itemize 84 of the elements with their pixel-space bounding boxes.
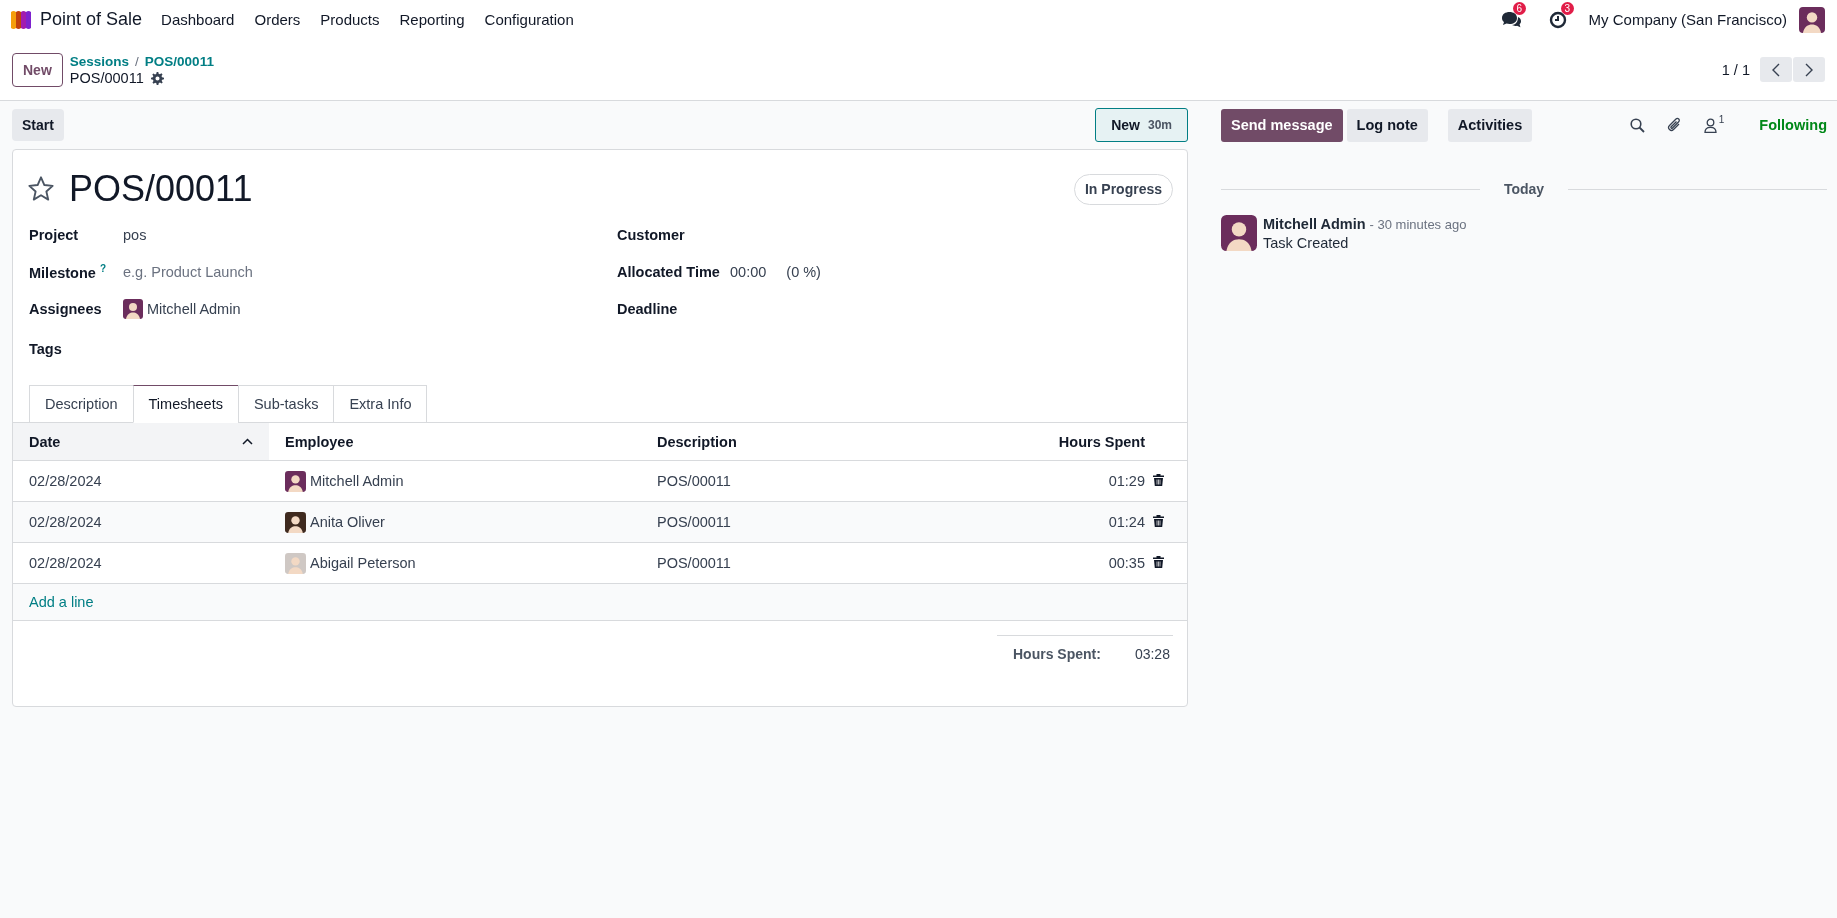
assignee-avatar [123,298,143,319]
employee-avatar [285,511,306,533]
sort-caret-icon [242,438,253,445]
tab[interactable]: Extra Info [333,385,428,423]
chevron-right-icon [1804,62,1814,77]
stage-button[interactable]: New 30m [1095,108,1188,142]
column-header[interactable]: Description [641,422,899,461]
start-button[interactable]: Start [12,109,64,141]
field-label: Tags [29,340,63,357]
user-avatar [1799,6,1825,33]
chevron-left-icon [1771,62,1781,77]
breadcrumb-separator: / [135,52,139,70]
clock-icon[interactable] [1548,10,1567,29]
date-cell: 02/28/2024 [13,460,269,502]
trash-icon[interactable] [1153,555,1164,568]
activity-count-badge: 3 [1560,1,1575,15]
field-label: Project [29,226,80,243]
employee-avatar [285,470,306,492]
hours-cell: 00:35 [898,542,1153,584]
milestone-input[interactable]: e.g. Product Launch [123,263,343,280]
date-separator: Today [1503,181,1545,197]
field-value: 00:00 [730,263,767,280]
hours-cell: 01:24 [898,501,1153,543]
message-count-badge: 6 [1512,1,1527,15]
field-label: Assignees [29,300,103,317]
field-label: Customer [617,226,686,243]
person-icon[interactable] [1703,117,1717,133]
breadcrumb-link[interactable]: Sessions [69,52,130,70]
description-cell: POS/00011 [641,542,899,584]
description-cell: POS/00011 [641,501,899,543]
field-label: Milestone $^{?}$ [29,262,107,281]
menu-item[interactable]: Orders [244,11,311,28]
assignee-name[interactable]: Mitchell Admin [147,300,241,317]
new-button[interactable]: New [12,52,63,87]
tab[interactable]: Description [29,385,133,423]
record-name: POS/00011 [69,69,144,87]
percentage-value: (0 %) [786,263,821,280]
menu-item[interactable]: Reporting [389,11,475,28]
send-message-button[interactable]: Send message [1221,108,1343,142]
menu-item[interactable]: Products [310,11,390,28]
log-note-button[interactable]: Log note [1346,108,1428,142]
app-name[interactable]: Point of Sale [40,9,143,30]
state-button[interactable]: In Progress [1073,173,1173,205]
settings-icon[interactable] [150,71,164,85]
trash-icon[interactable] [1153,473,1164,486]
total-value: 03:28 [1134,646,1170,662]
author-avatar [1221,215,1257,251]
field-value: pos [123,226,147,243]
following-button[interactable]: Following [1759,117,1827,133]
column-header[interactable]: Employee [269,422,641,461]
pager-value: 1 / 1 [1721,61,1750,78]
date-cell: 02/28/2024 [13,542,269,584]
employee-avatar [285,552,306,574]
field-label: Deadline [617,300,679,317]
message-body: Task Created [1263,235,1350,251]
task-title: POS/00011 [69,168,253,210]
app-logo-icon [10,9,32,30]
chat-icon[interactable] [1500,10,1521,29]
message-time: - 30 minutes ago [1369,217,1467,232]
star-icon[interactable] [27,175,55,203]
total-label: Hours Spent: [1013,646,1101,662]
date-cell: 02/28/2024 [13,501,269,543]
paperclip-icon[interactable] [1666,117,1682,133]
employee-name[interactable]: Mitchell Admin [310,473,404,489]
tab[interactable]: Timesheets [132,385,238,423]
breadcrumb-link[interactable]: POS/00011 [144,52,214,70]
employee-name[interactable]: Abigail Peterson [310,555,416,571]
search-icon[interactable] [1629,117,1645,133]
message-author[interactable]: Mitchell Admin [1263,216,1366,232]
menu-item[interactable]: Dashboard [151,11,245,28]
column-header[interactable]: Date [13,422,269,461]
menu-item[interactable]: Configuration [474,11,584,28]
followers-count: 1 [1718,113,1725,125]
trash-icon[interactable] [1153,514,1164,527]
hours-cell: 01:29 [898,460,1153,502]
help-icon[interactable]: ? [99,262,106,274]
employee-name[interactable]: Anita Oliver [310,514,385,530]
add-line-link[interactable]: Add a line [29,594,94,610]
description-cell: POS/00011 [641,460,899,502]
field-label: Allocated Time [617,263,721,280]
activities-button[interactable]: Activities [1447,108,1533,142]
column-header[interactable]: Hours Spent [898,422,1153,461]
tab[interactable]: Sub-tasks [237,385,334,423]
company-name[interactable]: My Company (San Francisco) [1588,11,1787,28]
